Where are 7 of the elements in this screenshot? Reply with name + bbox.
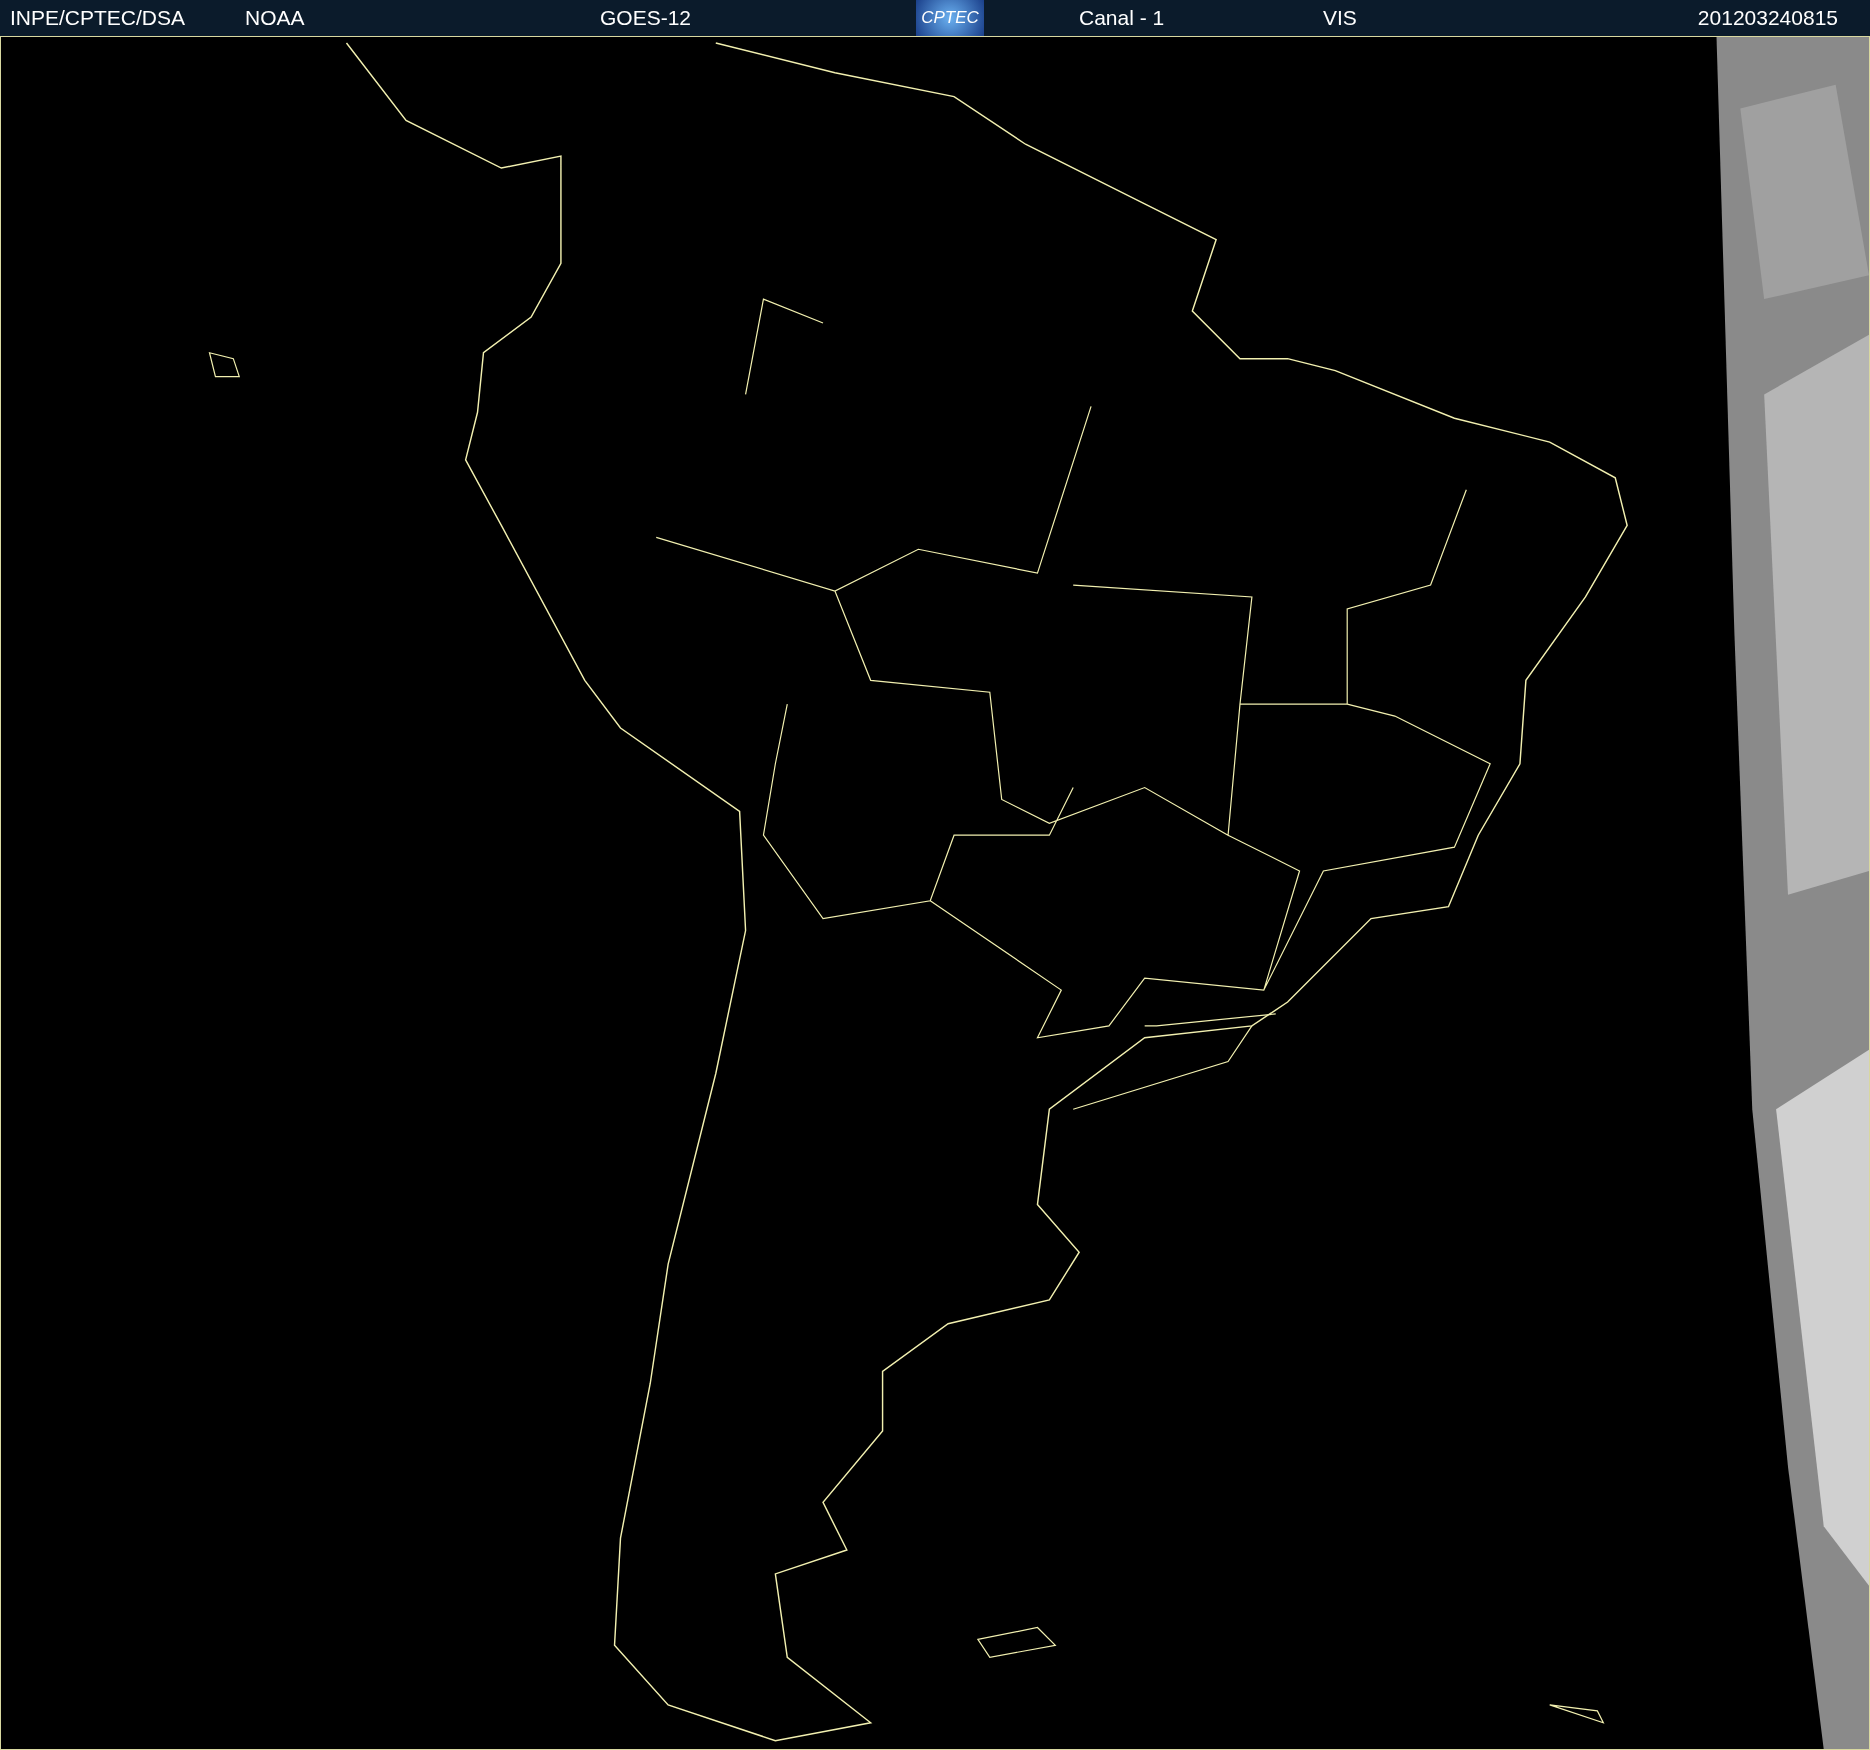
timestamp-label: 201203240815 [1697,5,1838,32]
agency-label: NOAA [245,5,305,32]
satellite-label: GOES-12 [600,5,692,32]
band-label: VIS [1323,5,1357,32]
channel-label: Canal - 1 [1079,5,1165,32]
source-label: INPE/CPTEC/DSA [10,5,186,32]
logo: CPTEC [916,0,984,36]
